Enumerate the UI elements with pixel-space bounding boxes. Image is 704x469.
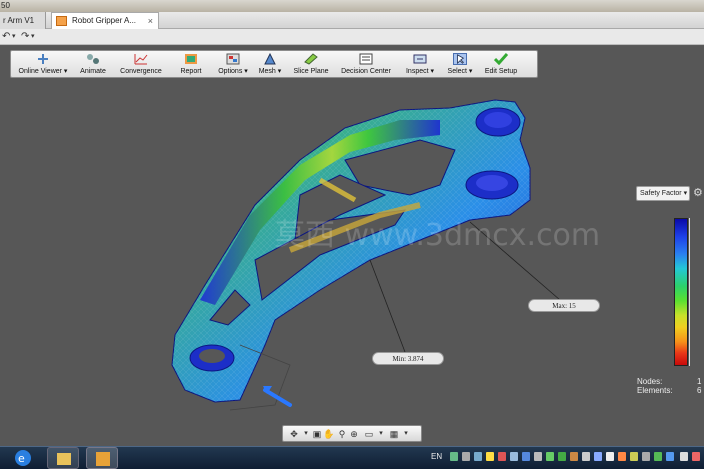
tray-icon[interactable] xyxy=(594,452,602,461)
undo-dropdown-icon[interactable]: ▾ xyxy=(12,30,16,44)
options-icon xyxy=(226,53,240,65)
undo-button[interactable]: ↶ xyxy=(2,30,10,44)
select-button[interactable]: Select ▾ xyxy=(443,51,477,78)
zoom-icon[interactable]: ⚲ xyxy=(336,428,348,440)
convergence-button[interactable]: Convergence xyxy=(115,51,167,78)
look-at-icon[interactable]: ▣ xyxy=(311,428,323,440)
folder-icon xyxy=(57,453,71,465)
grid-dropdown-icon[interactable]: ▾ xyxy=(400,428,412,440)
tray-icon[interactable] xyxy=(642,452,650,461)
options-button[interactable]: Options ▾ xyxy=(213,51,253,78)
tab-robot-arm[interactable]: r Arm V1 xyxy=(0,12,46,29)
redo-button[interactable]: ↷ xyxy=(21,30,29,44)
tray-icon[interactable] xyxy=(570,452,578,461)
tray-icon[interactable] xyxy=(582,452,590,461)
tray-icon[interactable] xyxy=(522,452,530,461)
tray-icon[interactable] xyxy=(692,452,700,461)
inspect-button[interactable]: Inspect ▾ xyxy=(401,51,439,78)
tray-icon[interactable] xyxy=(498,452,506,461)
decision-center-icon xyxy=(359,53,373,65)
max-probe-label[interactable]: Max: 15 xyxy=(528,299,600,312)
animate-icon xyxy=(87,54,99,64)
decision-center-button[interactable]: Decision Center xyxy=(337,51,395,78)
mesh-button[interactable]: Mesh ▾ xyxy=(255,51,285,78)
watermark: 莫西 www.3dmcx.com xyxy=(275,218,600,253)
tray-icon[interactable] xyxy=(510,452,518,461)
mesh-icon xyxy=(264,53,276,65)
zoom-window-icon[interactable]: ⊕ xyxy=(348,428,360,440)
tray-icon[interactable] xyxy=(462,452,470,461)
desktop-title-strip xyxy=(0,0,704,12)
system-tray xyxy=(428,446,704,469)
online-viewer-icon xyxy=(38,54,48,64)
quick-access-bar: ↶ ▾ ↷ ▾ xyxy=(0,29,704,45)
redo-dropdown-icon[interactable]: ▾ xyxy=(31,30,35,44)
tray-icon[interactable] xyxy=(486,452,494,461)
animate-button[interactable]: Animate xyxy=(75,51,111,78)
tray-icon[interactable] xyxy=(606,452,614,461)
tray-icon[interactable] xyxy=(534,452,542,461)
legend-settings-icon[interactable]: ⚙ xyxy=(693,186,704,201)
elements-value: 6 xyxy=(697,386,702,395)
pan-icon[interactable]: ✋ xyxy=(323,428,335,440)
svg-text:e: e xyxy=(18,452,25,465)
ie-icon: e xyxy=(15,450,31,466)
tray-icon[interactable] xyxy=(450,452,458,461)
simulation-app-icon xyxy=(96,452,110,466)
document-icon xyxy=(56,16,67,26)
tray-icon[interactable] xyxy=(680,452,688,461)
display-settings-icon[interactable]: ▭ xyxy=(363,428,375,440)
tray-icon[interactable] xyxy=(654,452,662,461)
report-icon xyxy=(185,54,197,64)
tray-icon[interactable] xyxy=(546,452,554,461)
start-button[interactable]: e xyxy=(6,447,40,469)
window-title-fragment: 50 xyxy=(1,1,10,10)
min-leader-line xyxy=(369,259,406,353)
safety-factor-colorbar xyxy=(674,218,688,366)
tray-icon[interactable] xyxy=(630,452,638,461)
ribbon-toolbar: Online Viewer ▾ Animate Convergence Repo… xyxy=(10,50,538,78)
tray-icon[interactable] xyxy=(474,452,482,461)
taskbar-simulation-button[interactable] xyxy=(86,447,118,469)
tray-icon[interactable] xyxy=(666,452,674,461)
min-probe-label[interactable]: Min: 3.874 xyxy=(372,352,444,365)
checkmark-icon xyxy=(494,53,508,65)
select-icon xyxy=(453,53,467,65)
viewport-canvas[interactable]: 莫西 www.3dmcx.com xyxy=(0,46,704,446)
taskbar-explorer-button[interactable] xyxy=(47,447,79,469)
result-model: 莫西 www.3dmcx.com xyxy=(171,99,600,411)
slice-plane-button[interactable]: Slice Plane xyxy=(289,51,333,78)
tray-icon[interactable] xyxy=(618,452,626,461)
tray-icon[interactable] xyxy=(558,452,566,461)
navigation-bar: ✥ ▾ ▣ ✋ ⚲ ⊕ ▭ ▾ ▦ ▾ xyxy=(282,425,422,442)
edit-setup-button[interactable]: Edit Setup xyxy=(481,51,521,78)
slice-plane-icon xyxy=(304,53,318,65)
inspect-icon xyxy=(413,54,427,64)
grid-settings-icon[interactable]: ▦ xyxy=(388,428,400,440)
tab-robot-gripper[interactable]: Robot Gripper A... × xyxy=(51,12,159,29)
load-arrow-icon xyxy=(263,388,292,407)
elements-label: Elements: xyxy=(637,386,673,395)
display-dropdown-icon[interactable]: ▾ xyxy=(375,428,387,440)
online-viewer-button[interactable]: Online Viewer ▾ xyxy=(13,51,73,78)
report-button[interactable]: Report xyxy=(171,51,211,78)
tab-label: Robot Gripper A... xyxy=(72,16,137,25)
convergence-icon xyxy=(134,54,148,65)
close-icon[interactable]: × xyxy=(148,13,153,29)
colorbar-ticks xyxy=(689,218,693,366)
result-type-dropdown[interactable]: Safety Factor ▾ xyxy=(636,186,690,201)
orbit-icon[interactable]: ✥ xyxy=(288,428,300,440)
